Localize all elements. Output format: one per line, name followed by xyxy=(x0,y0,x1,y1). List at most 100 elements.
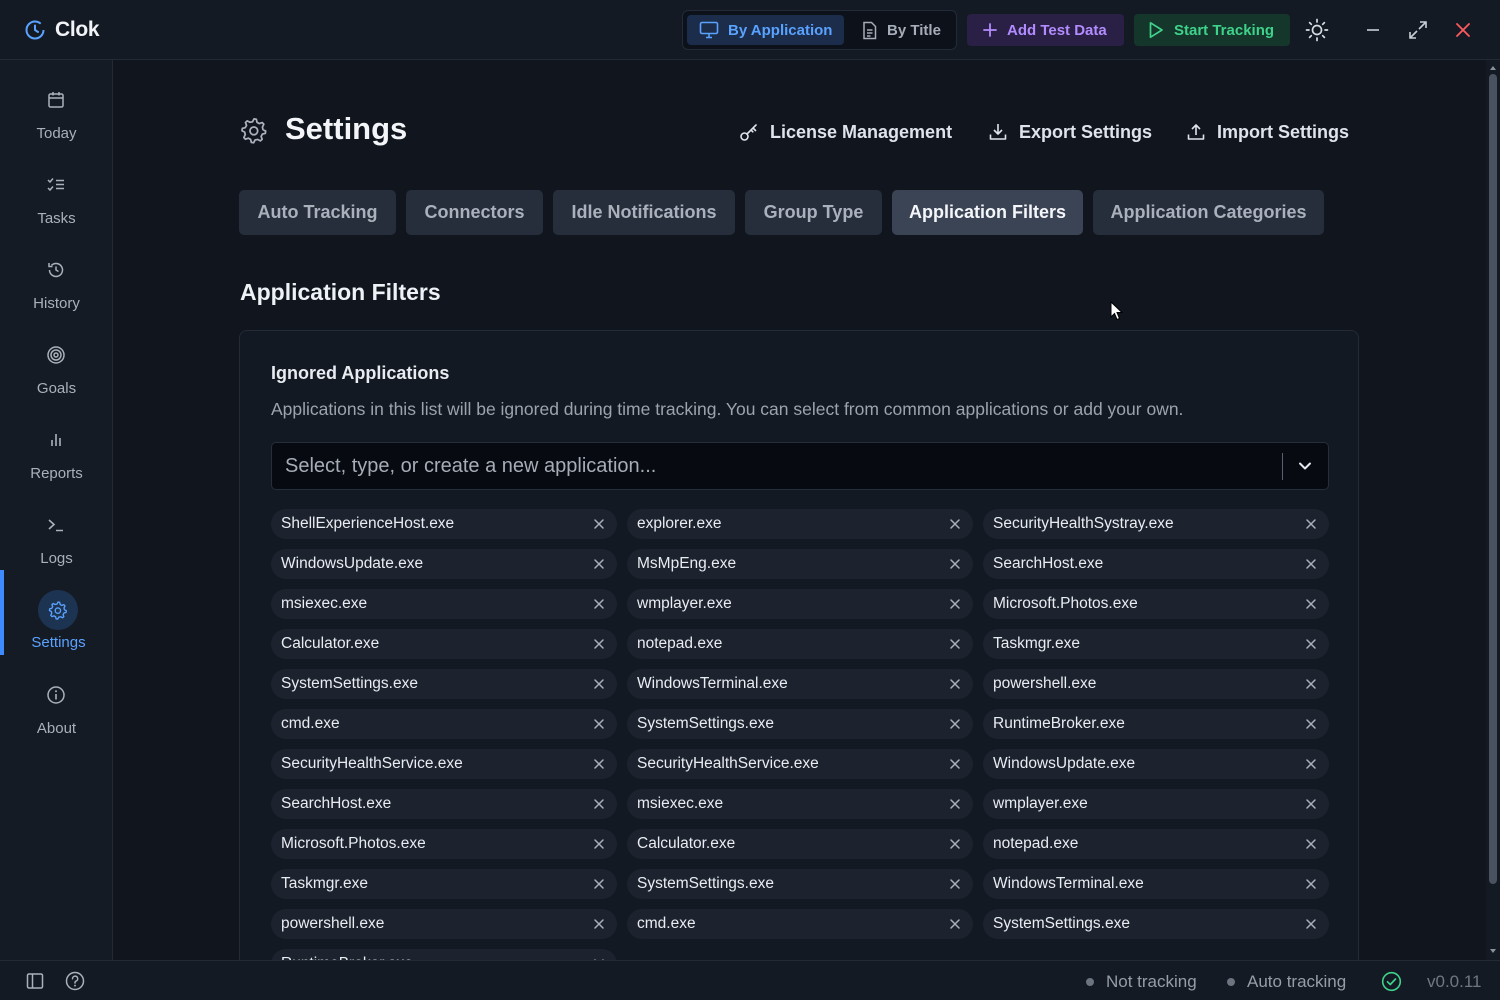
sidebar-item-label: Settings xyxy=(31,634,86,651)
remove-app-icon[interactable] xyxy=(1305,758,1317,770)
remove-app-icon[interactable] xyxy=(949,838,961,850)
ignored-app-chip: WindowsTerminal.exe xyxy=(627,669,973,699)
remove-app-icon[interactable] xyxy=(593,878,605,890)
mouse-cursor-icon xyxy=(1110,301,1124,321)
remove-app-icon[interactable] xyxy=(593,758,605,770)
ignored-app-chip: SearchHost.exe xyxy=(271,789,617,819)
sidebar-item-goals[interactable]: Goals xyxy=(0,325,113,405)
ignored-app-chip: wmplayer.exe xyxy=(983,789,1329,819)
remove-app-icon[interactable] xyxy=(949,798,961,810)
remove-app-icon[interactable] xyxy=(949,598,961,610)
remove-app-icon[interactable] xyxy=(1305,558,1317,570)
sidebar-item-label: Tasks xyxy=(37,210,76,227)
scrollbar-thumb[interactable] xyxy=(1489,74,1497,884)
sidebar-item-reports[interactable]: Reports xyxy=(0,410,113,490)
sidebar-item-logs[interactable]: Logs xyxy=(0,495,113,575)
export-settings-button[interactable]: Export Settings xyxy=(988,120,1152,144)
license-management-label: License Management xyxy=(770,121,953,142)
remove-app-icon[interactable] xyxy=(949,638,961,650)
import-settings-button[interactable]: Import Settings xyxy=(1186,120,1349,144)
clock-logo-icon xyxy=(25,20,45,40)
ignored-app-name: MsMpEng.exe xyxy=(637,555,737,572)
minimize-button[interactable] xyxy=(1361,18,1385,42)
ignored-app-name: Taskmgr.exe xyxy=(993,635,1081,652)
add-test-data-button[interactable]: Add Test Data xyxy=(967,14,1124,46)
help-button[interactable] xyxy=(63,969,87,993)
sidebar-item-label: Logs xyxy=(40,550,73,567)
ignored-app-name: notepad.exe xyxy=(993,835,1079,852)
tab-connectors[interactable]: Connectors xyxy=(406,190,543,235)
upload-icon xyxy=(1187,124,1205,140)
sidebar: Today Tasks History Goals Reports Logs S… xyxy=(0,60,113,960)
application-search-input[interactable] xyxy=(272,443,1272,489)
view-by-title-label: By Title xyxy=(887,21,941,39)
sidebar-item-today[interactable]: Today xyxy=(0,70,113,150)
maximize-icon xyxy=(1409,21,1427,39)
ignored-app-name: SystemSettings.exe xyxy=(281,675,418,692)
remove-app-icon[interactable] xyxy=(1305,638,1317,650)
theme-toggle-button[interactable] xyxy=(1305,18,1329,42)
remove-app-icon[interactable] xyxy=(593,798,605,810)
ignored-app-chip: Taskmgr.exe xyxy=(271,869,617,899)
remove-app-icon[interactable] xyxy=(593,558,605,570)
card-title: Ignored Applications xyxy=(271,363,450,383)
remove-app-icon[interactable] xyxy=(593,718,605,730)
remove-app-icon[interactable] xyxy=(949,918,961,930)
tab-application-filters[interactable]: Application Filters xyxy=(892,190,1083,235)
tab-application-categories[interactable]: Application Categories xyxy=(1093,190,1324,235)
start-tracking-button[interactable]: Start Tracking xyxy=(1134,14,1290,46)
remove-app-icon[interactable] xyxy=(949,718,961,730)
ignored-app-chip: wmplayer.exe xyxy=(627,589,973,619)
remove-app-icon[interactable] xyxy=(949,518,961,530)
tab-group-type[interactable]: Group Type xyxy=(745,190,882,235)
remove-app-icon[interactable] xyxy=(1305,798,1317,810)
remove-app-icon[interactable] xyxy=(1305,918,1317,930)
remove-app-icon[interactable] xyxy=(949,678,961,690)
remove-app-icon[interactable] xyxy=(1305,518,1317,530)
remove-app-icon[interactable] xyxy=(593,678,605,690)
remove-app-icon[interactable] xyxy=(593,918,605,930)
close-window-button[interactable] xyxy=(1451,18,1475,42)
view-by-application-button[interactable]: By Application xyxy=(687,15,844,45)
ignored-app-name: SearchHost.exe xyxy=(281,795,392,812)
sidebar-item-settings[interactable]: Settings xyxy=(0,570,113,655)
scroll-up-arrow-icon[interactable] xyxy=(1490,65,1496,71)
remove-app-icon[interactable] xyxy=(949,758,961,770)
sidebar-item-history[interactable]: History xyxy=(0,240,113,320)
remove-app-icon[interactable] xyxy=(949,878,961,890)
remove-app-icon[interactable] xyxy=(1305,878,1317,890)
sidebar-item-about[interactable]: About xyxy=(0,665,113,745)
chevron-down-icon[interactable] xyxy=(1297,458,1313,474)
ignored-app-chip: notepad.exe xyxy=(983,829,1329,859)
ignored-app-chip: RuntimeBroker.exe xyxy=(983,709,1329,739)
tab-auto-tracking[interactable]: Auto Tracking xyxy=(239,190,396,235)
toggle-sidebar-button[interactable] xyxy=(23,969,47,993)
remove-app-icon[interactable] xyxy=(1305,598,1317,610)
remove-app-icon[interactable] xyxy=(1305,718,1317,730)
scroll-down-arrow-icon[interactable] xyxy=(1490,948,1496,954)
remove-app-icon[interactable] xyxy=(949,558,961,570)
remove-app-icon[interactable] xyxy=(593,598,605,610)
ignored-app-chip: Calculator.exe xyxy=(627,829,973,859)
list-checks-icon xyxy=(47,178,64,192)
view-by-title-button[interactable]: By Title xyxy=(849,15,953,45)
remove-app-icon[interactable] xyxy=(593,838,605,850)
ignored-app-name: WindowsTerminal.exe xyxy=(637,675,788,692)
start-tracking-label: Start Tracking xyxy=(1174,21,1275,39)
ignored-app-name: powershell.exe xyxy=(993,675,1097,692)
remove-app-icon[interactable] xyxy=(1305,838,1317,850)
page-title: Settings xyxy=(285,111,408,146)
sidebar-item-tasks[interactable]: Tasks xyxy=(0,155,113,235)
info-icon xyxy=(47,686,65,704)
remove-app-icon[interactable] xyxy=(1305,678,1317,690)
ignored-app-chip: powershell.exe xyxy=(983,669,1329,699)
ignored-app-name: RuntimeBroker.exe xyxy=(993,715,1125,732)
application-select[interactable] xyxy=(271,442,1329,490)
tab-idle-notifications[interactable]: Idle Notifications xyxy=(553,190,735,235)
maximize-button[interactable] xyxy=(1406,18,1430,42)
vertical-scrollbar[interactable] xyxy=(1486,60,1500,960)
remove-app-icon[interactable] xyxy=(593,518,605,530)
ignored-app-name: Taskmgr.exe xyxy=(281,875,369,892)
remove-app-icon[interactable] xyxy=(593,638,605,650)
license-management-button[interactable]: License Management xyxy=(739,120,952,144)
